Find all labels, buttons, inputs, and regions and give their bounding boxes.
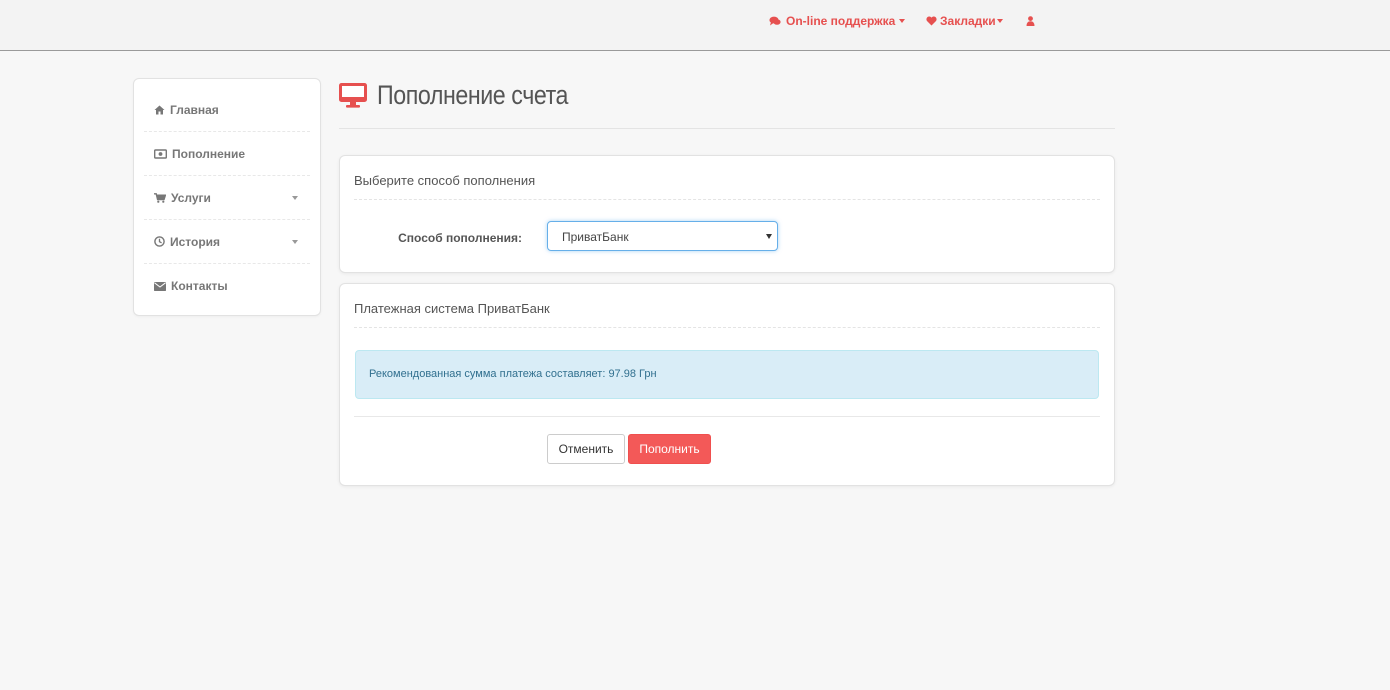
clock-icon (154, 236, 165, 247)
sidebar-nav: Главная Пополнение Услуги История Контак (133, 78, 321, 316)
home-icon (154, 105, 165, 114)
sidebar-item-services[interactable]: Услуги (144, 176, 310, 220)
envelope-icon (154, 281, 166, 291)
method-form-row: Способ пополнения: ПриватБанк (340, 221, 1114, 251)
cancel-button[interactable]: Отменить (547, 434, 625, 464)
divider (354, 416, 1100, 417)
dropdown-arrow-icon (766, 234, 772, 239)
monitor-icon (339, 83, 367, 108)
comments-icon (769, 16, 781, 26)
recommended-amount-text: Рекомендованная сумма платежа составляет… (369, 368, 657, 380)
topup-submit-button[interactable]: Пополнить (628, 434, 711, 464)
chevron-down-icon (292, 196, 298, 200)
bookmarks-label: Закладки (940, 14, 996, 28)
top-navbar: On-line поддержка Закладки (0, 0, 1390, 51)
heart-icon (926, 16, 937, 26)
sidebar-item-history[interactable]: История (144, 220, 310, 264)
bookmarks-menu[interactable]: Закладки (926, 14, 1003, 28)
sidebar-item-label: История (170, 234, 221, 249)
sidebar-item-label: Главная (170, 102, 219, 117)
sidebar-item-label: Пополнение (172, 146, 246, 161)
payment-method-select[interactable]: ПриватБанк (547, 221, 778, 251)
method-panel: Выберите способ пополнения Способ пополн… (339, 155, 1115, 273)
method-field-label: Способ пополнения: (398, 231, 522, 245)
cart-icon (154, 192, 166, 203)
page-title: Пополнение счета (377, 80, 569, 110)
payment-panel-heading: Платежная система ПриватБанк (354, 284, 1100, 328)
user-icon (1026, 16, 1035, 26)
sidebar-item-label: Услуги (171, 190, 211, 205)
sidebar-item-topup[interactable]: Пополнение (144, 132, 310, 176)
online-support-menu[interactable]: On-line поддержка (769, 14, 906, 28)
chevron-down-icon (899, 19, 906, 23)
chevron-down-icon (996, 19, 1003, 23)
payment-panel: Платежная система ПриватБанк Рекомендова… (339, 283, 1115, 486)
money-icon (154, 148, 167, 159)
user-menu[interactable] (1026, 14, 1040, 28)
recommended-amount-alert: Рекомендованная сумма платежа составляет… (355, 350, 1099, 399)
online-support-label: On-line поддержка (786, 14, 896, 28)
sidebar-item-home[interactable]: Главная (144, 88, 310, 132)
sidebar-item-contacts[interactable]: Контакты (144, 264, 310, 308)
chevron-down-icon (292, 240, 298, 244)
page-header: Пополнение счета (339, 78, 1115, 129)
payment-method-value: ПриватБанк (562, 230, 629, 244)
method-panel-heading: Выберите способ пополнения (354, 156, 1100, 200)
sidebar-item-label: Контакты (171, 279, 228, 293)
